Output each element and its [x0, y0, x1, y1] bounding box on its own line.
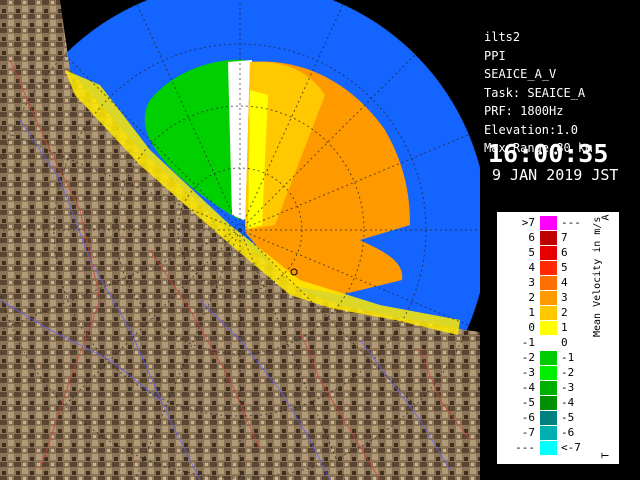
legend-label-right: -1 [561, 351, 575, 364]
legend-swatch [540, 246, 557, 260]
legend-label-right: 0 [561, 336, 568, 349]
scan-date: 9 JAN 2019 JST [492, 166, 619, 184]
legend-label-left: -4 [521, 381, 535, 394]
task-name: Task: SEAICE_A [484, 86, 586, 100]
legend-label-right: -6 [561, 426, 575, 439]
scan-mode: PPI [484, 49, 506, 63]
legend-label-left: 0 [528, 321, 535, 334]
legend-label-right: <-7 [561, 441, 581, 454]
legend-label-left: -7 [521, 426, 535, 439]
legend-label-left: -3 [521, 366, 535, 379]
legend-label-left: 5 [528, 246, 535, 259]
legend-label-right: -2 [561, 366, 575, 379]
legend-swatch [540, 351, 557, 365]
legend-swatch [540, 411, 557, 425]
legend-swatch [540, 291, 557, 305]
legend-swatch [540, 336, 557, 350]
legend-label-right: -5 [561, 411, 575, 424]
legend-label-right: 1 [561, 321, 568, 334]
site-name: ilts2 [484, 30, 521, 44]
legend-swatch [540, 321, 557, 335]
legend-label-right: 2 [561, 306, 568, 319]
legend-label-right: 6 [561, 246, 568, 259]
elevation-value: Elevation:1.0 [484, 123, 578, 137]
legend-label-left: 6 [528, 231, 535, 244]
legend-swatch [540, 396, 557, 410]
legend-label-right: 4 [561, 276, 568, 289]
velocity-legend: A Mean Velocity in m/s T >7 --- 6 7 5 6 4 5 3 4 2 3… [497, 212, 619, 464]
legend-swatch [540, 366, 557, 380]
legend-swatch [540, 276, 557, 290]
legend-label-right: --- [561, 216, 581, 229]
legend-label-left: --- [515, 441, 535, 454]
legend-swatch [540, 381, 557, 395]
legend-swatch [540, 216, 557, 230]
legend-label-left: -2 [521, 351, 535, 364]
legend-label-right: -3 [561, 381, 575, 394]
legend-label-left: -1 [521, 336, 535, 349]
legend-label-left: 2 [528, 291, 535, 304]
product-name: SEAICE_A_V [484, 67, 557, 81]
legend-bottom-glyph: T [600, 452, 612, 459]
legend-label-left: 1 [528, 306, 535, 319]
prf-value: PRF: 1800Hz [484, 104, 564, 118]
legend-label-left: -5 [521, 396, 535, 409]
legend-label-left: 3 [528, 276, 535, 289]
legend-swatch [540, 426, 557, 440]
legend-label-left: -6 [521, 411, 535, 424]
scan-time: 16:00:35 [488, 139, 609, 168]
legend-label-right: 7 [561, 231, 568, 244]
legend-swatch [540, 261, 557, 275]
legend-swatch [540, 231, 557, 245]
legend-label-left: >7 [521, 216, 535, 229]
legend-swatch [540, 441, 557, 455]
legend-label-right: 5 [561, 261, 568, 274]
legend-label-left: 4 [528, 261, 535, 274]
legend-swatch [540, 306, 557, 320]
legend-label-right: -4 [561, 396, 575, 409]
legend-label-right: 3 [561, 291, 568, 304]
radar-ppi-display [0, 0, 480, 480]
radar-map [0, 0, 480, 480]
legend-title: Mean Velocity in m/s [592, 216, 603, 337]
